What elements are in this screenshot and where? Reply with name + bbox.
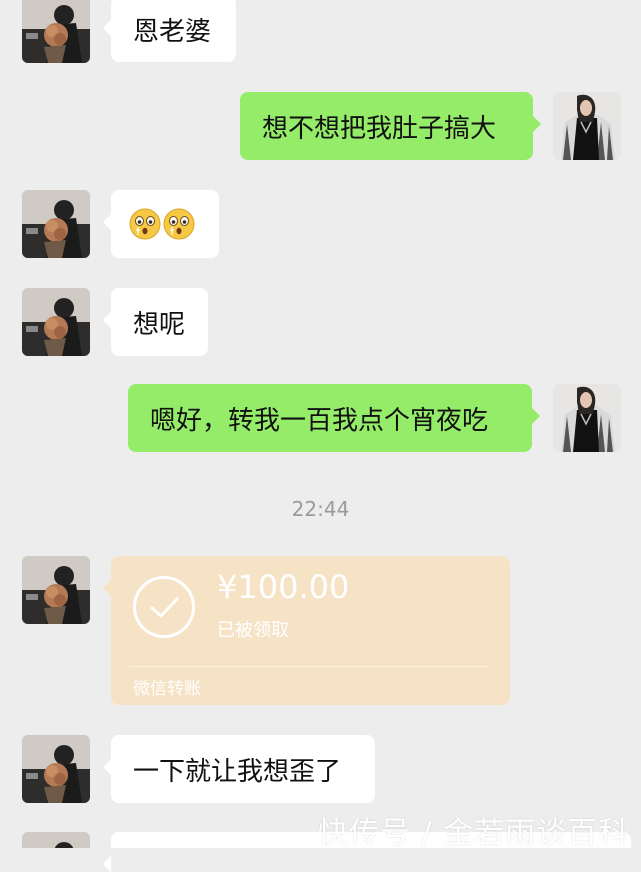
message-bubble-outgoing[interactable]: 想不想把我肚子搞大 (240, 92, 541, 160)
contact-avatar[interactable] (22, 735, 90, 803)
message-bubble-incoming[interactable]: 想呢 (103, 288, 208, 356)
message-text: 一下就让我想歪了 (133, 756, 342, 787)
message-bubble-outgoing[interactable]: 嗯好，转我一百我点个宵夜吃 (128, 384, 540, 452)
transfer-status: 已被领取 (217, 620, 289, 641)
contact-avatar[interactable] (22, 0, 90, 63)
message-text: 嗯好，转我一百我点个宵夜吃 (150, 405, 489, 436)
contact-avatar[interactable] (22, 556, 90, 624)
divider (129, 666, 490, 667)
message-bubble-incoming[interactable]: 恩老婆 (103, 0, 236, 62)
message-text: 想呢 (133, 309, 186, 340)
check-circle-icon (133, 576, 195, 638)
contact-avatar[interactable] (22, 190, 90, 258)
message-bubble-incoming[interactable]: 一下就让我想歪了 (103, 735, 375, 803)
my-avatar[interactable] (553, 92, 621, 160)
wechat-transfer-card[interactable]: ¥100.00 已被领取 微信转账 (103, 556, 510, 705)
transfer-label: 微信转账 (133, 679, 201, 699)
my-avatar[interactable] (553, 384, 621, 452)
message-text: 想不想把我肚子搞大 (262, 113, 497, 144)
contact-avatar[interactable] (22, 832, 90, 848)
transfer-amount: ¥100.00 (217, 568, 350, 606)
chat-timestamp: 22:44 (291, 497, 350, 521)
surprised-face-icon (129, 208, 161, 240)
message-text: 恩老婆 (133, 16, 212, 47)
contact-avatar[interactable] (22, 288, 90, 356)
surprised-face-icon (163, 208, 195, 240)
watermark: 快传号 / 金若雨谈百科 (318, 816, 630, 851)
message-bubble-incoming[interactable] (103, 190, 219, 258)
